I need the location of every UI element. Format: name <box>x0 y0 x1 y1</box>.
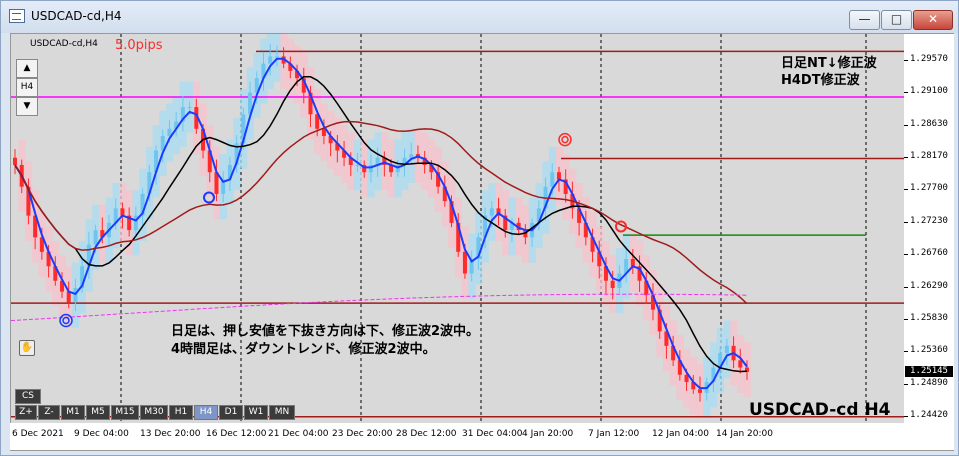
candle-body <box>355 164 360 166</box>
candle-body <box>630 259 635 267</box>
timeframe-button-mn[interactable]: MN <box>269 405 295 420</box>
time-label: 6 Dec 2021 <box>12 429 64 439</box>
chart-canvas[interactable] <box>11 34 905 424</box>
price-tick <box>904 124 908 126</box>
candle-body <box>724 345 729 354</box>
timeframe-button-d1[interactable]: D1 <box>219 405 243 420</box>
chart-window-icon <box>9 9 25 23</box>
time-label: 4 Jan 20:00 <box>522 429 574 439</box>
timeframe-button-m30[interactable]: M30 <box>140 405 168 420</box>
candle-body <box>73 287 78 303</box>
time-label: 21 Dec 04:00 <box>268 429 329 439</box>
price-tick <box>904 60 908 61</box>
time-label: 28 Dec 12:00 <box>396 429 457 439</box>
candle-body <box>738 360 743 368</box>
price-tick <box>904 286 908 288</box>
price-tick <box>904 318 908 320</box>
time-axis: 6 Dec 2021 9 Dec 04:00 13 Dec 20:00 16 Dec … <box>10 423 954 451</box>
timeframe-button-h4[interactable]: H4 <box>194 405 218 420</box>
timeframe-button-m5[interactable]: M5 <box>86 405 110 420</box>
price-tick <box>904 383 908 385</box>
price-tick <box>904 416 908 417</box>
note-mid-line1: 日足は、押し安値を下抜き方向は下、修正波2波中。 <box>171 324 480 339</box>
price-tick <box>904 254 908 256</box>
timeframe-indicator[interactable]: H4 <box>16 78 38 97</box>
timeframe-button-h1[interactable]: H1 <box>169 405 193 420</box>
scroll-up-button[interactable]: ▲ <box>16 59 38 78</box>
price-tick <box>904 157 908 159</box>
timeframe-button-zplus[interactable]: Z+ <box>15 405 37 420</box>
candle-body <box>489 208 494 216</box>
timeframe-button-m1[interactable]: M1 <box>61 405 85 420</box>
time-label: 9 Dec 04:00 <box>74 429 129 439</box>
swing-high-marker-double-outer <box>558 132 572 147</box>
price-label: 1.28170 <box>910 151 948 162</box>
candle-body <box>610 280 615 288</box>
price-tick <box>904 221 908 223</box>
minimize-button[interactable]: — <box>849 10 880 30</box>
price-label: 1.25830 <box>910 312 948 323</box>
price-label: 1.26290 <box>910 280 948 291</box>
candle-body <box>274 56 279 58</box>
time-label: 31 Dec 04:00 <box>462 429 523 439</box>
candle-body <box>13 157 17 165</box>
time-label: 14 Jan 20:00 <box>716 429 773 439</box>
candle-body <box>409 154 414 158</box>
price-label: 1.24890 <box>910 377 948 388</box>
spread-pips-label: 5.0pips <box>115 38 163 53</box>
time-label: 23 Dec 20:00 <box>332 429 393 439</box>
window-title: USDCAD-cd,H4 <box>31 9 122 23</box>
note-top-line2: H4DT修正波 <box>781 73 860 88</box>
candle-body <box>66 291 71 303</box>
price-label: 1.25360 <box>910 345 948 356</box>
title-bar[interactable]: USDCAD-cd,H4 — □ ✕ <box>1 1 958 33</box>
maximize-button[interactable]: □ <box>881 10 912 30</box>
price-label: 1.28630 <box>910 118 948 129</box>
chart-symbol-label: USDCAD-cd,H4 <box>30 39 98 49</box>
timeframe-button-m15[interactable]: M15 <box>111 405 139 420</box>
price-tick <box>904 351 908 353</box>
price-label: 1.29570 <box>910 54 948 64</box>
candle-body <box>93 230 98 245</box>
price-axis: 1.29570 1.29100 1.28630 1.28170 1.27700 1.272… <box>904 33 954 425</box>
candle-body <box>187 107 192 109</box>
timeframe-button-w1[interactable]: W1 <box>244 405 268 420</box>
time-label: 13 Dec 20:00 <box>140 429 201 439</box>
price-label: 1.26760 <box>910 248 948 259</box>
swing-high-marker-double-inner <box>561 135 569 144</box>
close-button[interactable]: ✕ <box>913 10 953 30</box>
timeframe-button-zminus[interactable]: Z- <box>38 405 60 420</box>
cs-button[interactable]: CS <box>15 389 41 404</box>
note-mid-line2: 4時間足は、ダウントレンド、修正波2波中。 <box>171 342 436 357</box>
current-price-label: 1.25145 <box>905 366 953 377</box>
price-label: 1.24420 <box>910 410 948 420</box>
candle-body <box>550 172 555 187</box>
time-label: 16 Dec 12:00 <box>206 429 267 439</box>
candle-body <box>462 251 467 274</box>
price-tick <box>904 92 908 94</box>
time-label: 12 Jan 04:00 <box>652 429 709 439</box>
price-label: 1.27700 <box>910 183 948 194</box>
price-chart[interactable]: USDCAD-cd,H4 5.0pips 日足NT↓修正波 H4DT修正波 日足… <box>10 33 906 425</box>
candle-body <box>268 56 273 64</box>
price-label: 1.27230 <box>910 215 948 226</box>
time-label: 7 Jan 12:00 <box>588 429 640 439</box>
price-tick <box>904 189 908 191</box>
hand-icon[interactable]: ✋ <box>19 340 35 356</box>
price-label: 1.29100 <box>910 86 948 97</box>
candle-body <box>697 389 702 393</box>
symbol-watermark: USDCAD-cd H4 <box>749 400 891 420</box>
scroll-down-button[interactable]: ▼ <box>16 97 38 116</box>
candle-body <box>120 208 125 216</box>
